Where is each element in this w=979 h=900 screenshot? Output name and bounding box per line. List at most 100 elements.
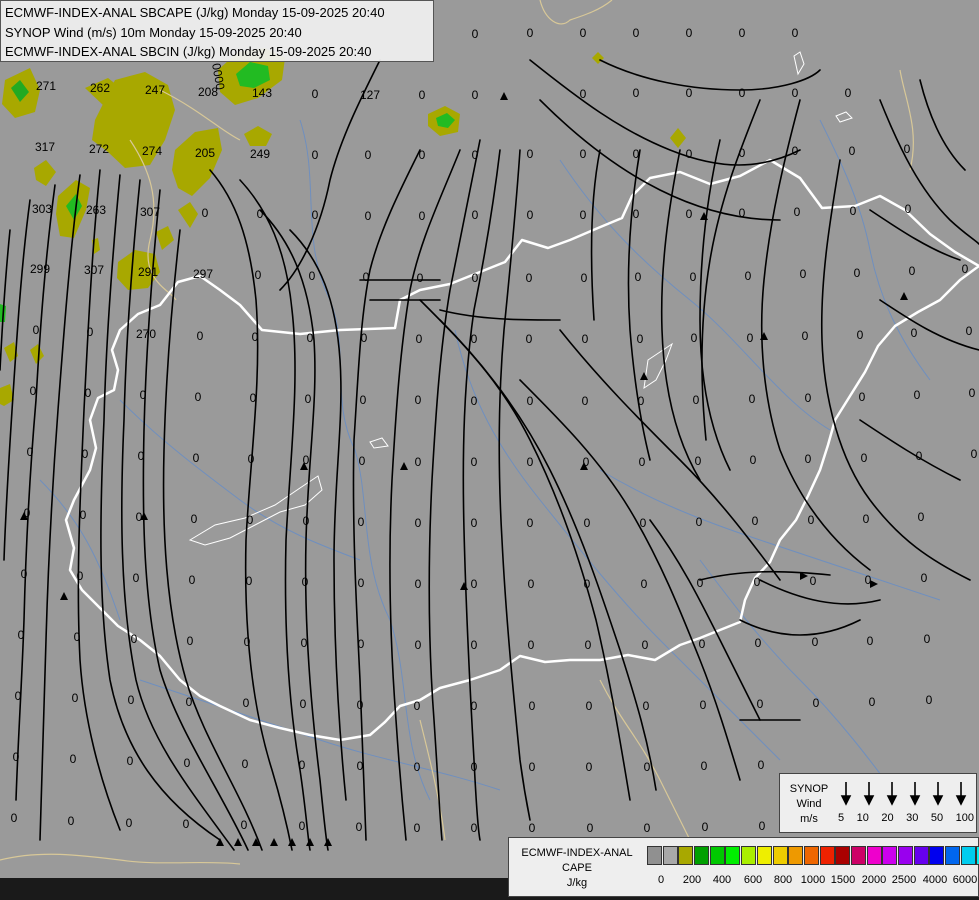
map-value-label: 0	[739, 26, 746, 40]
map-value-label: 0	[243, 696, 250, 710]
map-value-label: 0	[528, 638, 535, 652]
map-value-label: 0	[580, 26, 587, 40]
map-value-label: 0	[242, 757, 249, 771]
map-value-label: 0	[805, 452, 812, 466]
map-value-label: 299	[30, 262, 50, 276]
synop-wind-legend: SYNOP Wind m/s 5 10 20 30 50 100	[779, 773, 977, 833]
map-value-label: 0	[633, 207, 640, 221]
map-value-label: 0	[529, 699, 536, 713]
map-value-label: 0	[633, 147, 640, 161]
map-value-label: 0	[21, 567, 28, 581]
cape-color-swatch	[772, 846, 788, 865]
cape-color-swatch	[788, 846, 804, 865]
map-value-label: 0	[18, 628, 25, 642]
map-value-label: 0	[303, 514, 310, 528]
map-value-label: 0	[358, 576, 365, 590]
map-value-label: 0	[414, 760, 421, 774]
cape-legend-title: ECMWF-INDEX-ANAL CAPE J/kg	[513, 846, 641, 891]
map-value-label: 0	[583, 455, 590, 469]
cape-color-swatch	[913, 846, 929, 865]
synop-label-line: SYNOP	[789, 783, 829, 795]
map-value-label: 0	[755, 636, 762, 650]
map-value-label: 0	[867, 634, 874, 648]
map-value-label: 0	[30, 384, 37, 398]
map-value-label: 0	[189, 573, 196, 587]
wind-arrow-icon	[932, 782, 944, 806]
map-value-label: 0	[471, 332, 478, 346]
wind-arrow-icon	[863, 782, 875, 806]
map-value-label: 0	[966, 324, 973, 338]
cape-tick-label: 600	[743, 874, 763, 886]
cape-color-swatch	[709, 846, 725, 865]
cape-tick-label: 1000	[800, 874, 826, 886]
weather-map: 0000 271 262 247 208 143 0 127 0 0317 272 274 205 24…	[0, 0, 979, 900]
map-value-label: 0	[72, 691, 79, 705]
map-value-label: 0	[202, 206, 209, 220]
map-value-label: 0	[865, 573, 872, 587]
map-value-label: 0	[800, 267, 807, 281]
map-value-label: 317	[35, 140, 55, 154]
map-value-label: 0	[128, 693, 135, 707]
map-value-label: 0	[702, 820, 709, 834]
map-value-label: 0	[301, 636, 308, 650]
map-title-box: ECMWF-INDEX-ANAL SBCAPE (J/kg) Monday 15…	[0, 0, 434, 62]
map-value-label: 0	[357, 698, 364, 712]
map-value-label: 0	[586, 760, 593, 774]
map-value-label: 0	[472, 148, 479, 162]
map-value-label: 0	[415, 393, 422, 407]
map-value-label: 0	[82, 447, 89, 461]
map-value-label: 0	[758, 758, 765, 772]
map-value-label: 0	[302, 575, 309, 589]
map-value-label: 0	[638, 394, 645, 408]
map-value-label: 303	[32, 202, 52, 216]
title-line-cin: ECMWF-INDEX-ANAL SBCIN (J/kg) Monday 15-…	[5, 44, 372, 59]
map-value-label: 0	[250, 391, 257, 405]
cape-tick-label: 0	[657, 874, 665, 886]
map-value-label: 0	[415, 638, 422, 652]
map-value-label: 0	[303, 453, 310, 467]
synop-value: 50	[930, 812, 944, 824]
cape-color-swatch	[945, 846, 961, 865]
cape-legend: ECMWF-INDEX-ANAL CAPE J/kg 0 200 400 600 800…	[508, 837, 979, 897]
map-value-label: 0	[582, 394, 589, 408]
map-value-label: 0	[471, 638, 478, 652]
map-value-label: 0	[580, 87, 587, 101]
map-value-label: 0	[911, 326, 918, 340]
map-value-label: 0	[644, 821, 651, 835]
map-value-label: 0	[361, 331, 368, 345]
cape-tick-label: 2500	[891, 874, 917, 886]
map-value-label: 0	[686, 26, 693, 40]
map-value-label: 0	[696, 515, 703, 529]
map-value-label: 0	[813, 696, 820, 710]
wind-arrow-icon	[909, 782, 921, 806]
map-value-label: 0	[745, 269, 752, 283]
map-value-label: 0	[414, 699, 421, 713]
cape-color-swatch	[741, 846, 757, 865]
map-value-label: 0	[921, 571, 928, 585]
map-value-label: 0	[529, 760, 536, 774]
map-value-label: 0	[80, 508, 87, 522]
map-value-label: 0	[471, 516, 478, 530]
map-value-label: 0	[186, 695, 193, 709]
cape-color-swatch	[662, 846, 678, 865]
wind-arrow-icon	[955, 782, 967, 806]
cape-color-swatch	[803, 846, 819, 865]
map-value-label: 0	[526, 332, 533, 346]
map-value-label: 0	[584, 516, 591, 530]
map-value-label: 263	[86, 203, 106, 217]
title-line-cape: ECMWF-INDEX-ANAL SBCAPE (J/kg) Monday 15…	[5, 5, 385, 20]
map-value-label: 0	[527, 26, 534, 40]
map-value-label: 0	[526, 271, 533, 285]
cape-color-swatch	[882, 846, 898, 865]
map-value-label: 0	[904, 142, 911, 156]
map-value-label: 0	[802, 329, 809, 343]
map-value-label: 0	[792, 26, 799, 40]
map-value-label: 271	[36, 79, 56, 93]
map-value-label: 0	[247, 513, 254, 527]
map-value-label: 0	[695, 454, 702, 468]
map-value-label: 0	[905, 202, 912, 216]
map-value-label: 0	[527, 147, 534, 161]
map-value-label: 0	[312, 87, 319, 101]
map-value-label: 0	[686, 207, 693, 221]
cape-color-swatch	[898, 846, 913, 865]
